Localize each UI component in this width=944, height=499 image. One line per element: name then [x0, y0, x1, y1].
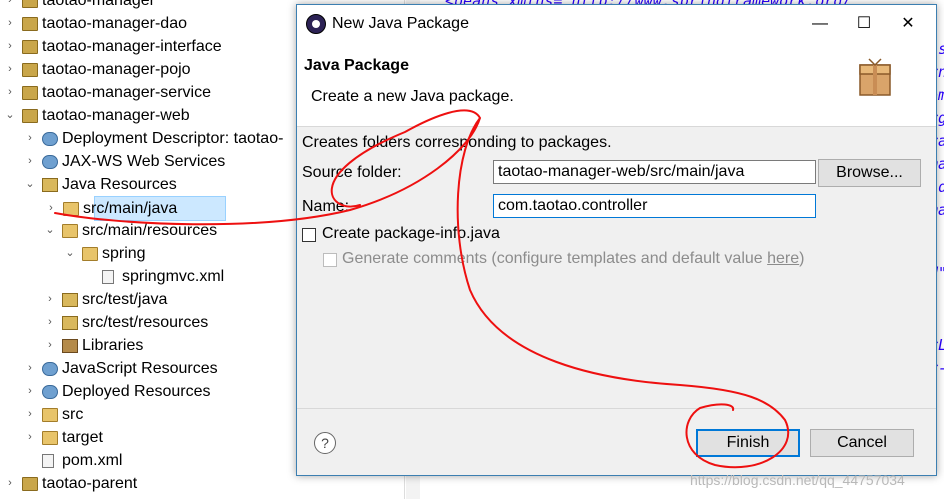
generate-comments-checkbox: [323, 253, 337, 267]
dialog-title: New Java Package: [332, 15, 469, 32]
src-icon: [62, 316, 78, 330]
help-icon[interactable]: ?: [314, 432, 336, 454]
tree-item-label: src/main/java: [83, 200, 178, 217]
tree-item-label: Deployment Descriptor: taotao-: [62, 130, 284, 147]
new-java-package-dialog: New Java Package — ☐ ✕ Java Package Crea…: [296, 4, 937, 476]
folder-icon: [42, 408, 58, 422]
tree-twisty-icon[interactable]: ›: [24, 380, 36, 403]
tree-item-label: JAX-WS Web Services: [62, 153, 226, 170]
tree-twisty-icon[interactable]: ›: [24, 127, 36, 150]
proj-icon: [22, 63, 38, 77]
tree-item-label: spring: [102, 245, 146, 262]
web-icon: [42, 385, 58, 399]
proj-icon: [22, 0, 38, 8]
tree-twisty-icon[interactable]: ›: [44, 288, 56, 311]
tree-item-label: target: [62, 429, 103, 446]
tree-twisty-icon[interactable]: ⌄: [64, 242, 76, 265]
tree-item-label: springmvc.xml: [122, 268, 225, 285]
tree-twisty-icon[interactable]: ›: [4, 472, 16, 495]
tree-twisty-icon[interactable]: ›: [45, 197, 57, 220]
generate-comments-label: Generate comments (configure templates a…: [342, 250, 805, 267]
close-button[interactable]: ✕: [886, 5, 930, 43]
tree-item-label: Libraries: [82, 337, 144, 354]
tree-item-label: src: [62, 406, 84, 423]
tree-item-label: src/test/resources: [82, 314, 209, 331]
tree-item-label: pom.xml: [62, 452, 123, 469]
folder-icon: [62, 224, 78, 238]
src-icon: [42, 178, 58, 192]
tree-item-label: JavaScript Resources: [62, 360, 218, 377]
file-icon: [102, 270, 114, 284]
eclipse-icon: [306, 14, 326, 34]
tree-twisty-icon[interactable]: ›: [4, 35, 16, 58]
package-icon: [859, 58, 891, 96]
info-text: Creates folders corresponding to package…: [302, 134, 612, 151]
web-icon: [42, 155, 58, 169]
tree-item-label: src/main/resources: [82, 222, 218, 239]
tree-twisty-icon[interactable]: ›: [24, 357, 36, 380]
create-package-info-checkbox[interactable]: [302, 228, 316, 242]
source-folder-label: Source folder:: [302, 164, 402, 181]
name-label: Name:: [302, 198, 350, 215]
lib-icon: [62, 339, 78, 353]
tree-item-label: taotao-manager-pojo: [42, 61, 191, 78]
tree-twisty-icon[interactable]: ⌄: [4, 104, 16, 127]
proj-icon: [22, 477, 38, 491]
package-name-input[interactable]: [493, 194, 816, 218]
tree-twisty-icon[interactable]: ›: [4, 12, 16, 35]
tree-twisty-icon[interactable]: ›: [44, 334, 56, 357]
tree-twisty-icon[interactable]: ⌄: [44, 219, 56, 242]
tree-twisty-icon[interactable]: ›: [4, 81, 16, 104]
folder-icon: [63, 202, 79, 216]
src-icon: [62, 293, 78, 307]
folder-icon: [42, 431, 58, 445]
create-package-info-label: Create package-info.java: [322, 225, 500, 242]
tree-twisty-icon[interactable]: ⌄: [24, 173, 36, 196]
tree-twisty-icon[interactable]: ›: [24, 426, 36, 449]
proj-icon: [22, 17, 38, 31]
tree-twisty-icon[interactable]: ›: [44, 311, 56, 334]
folder-icon: [82, 247, 98, 261]
proj-icon: [22, 109, 38, 123]
tree-item-label: Deployed Resources: [62, 383, 211, 400]
watermark: https://blog.csdn.net/qq_44757034: [690, 472, 905, 488]
browse-button[interactable]: Browse...: [818, 159, 921, 187]
wizard-description: Create a new Java package.: [311, 88, 514, 105]
tree-twisty-icon[interactable]: ›: [4, 0, 16, 12]
file-icon: [42, 454, 54, 468]
proj-icon: [22, 86, 38, 100]
tree-item-label: taotao-manager-interface: [42, 38, 222, 55]
wizard-title: Java Package: [304, 57, 409, 74]
tree-item-label: Java Resources: [62, 176, 177, 193]
tree-item-label: taotao-manager-service: [42, 84, 211, 101]
tree-item-label: taotao-manager-dao: [42, 15, 187, 32]
tree-twisty-icon[interactable]: ›: [4, 58, 16, 81]
minimize-button[interactable]: —: [798, 5, 842, 43]
tree-item[interactable]: › src/main/java: [49, 196, 226, 221]
maximize-button[interactable]: ☐: [842, 5, 886, 43]
finish-button[interactable]: Finish: [696, 429, 800, 457]
proj-icon: [22, 40, 38, 54]
tree-item-label: taotao-manager: [42, 0, 155, 9]
dialog-titlebar[interactable]: New Java Package — ☐ ✕: [297, 5, 936, 43]
tree-twisty-icon[interactable]: ›: [24, 150, 36, 173]
tree-item-label: taotao-manager-web: [42, 107, 190, 124]
button-bar-separator: [297, 408, 936, 409]
web-icon: [42, 132, 58, 146]
tree-item-label: taotao-parent: [42, 475, 138, 492]
source-folder-input[interactable]: [493, 160, 816, 184]
tree-item-label: src/test/java: [82, 291, 168, 308]
cancel-button[interactable]: Cancel: [810, 429, 914, 457]
configure-templates-link[interactable]: here: [767, 250, 799, 267]
web-icon: [42, 362, 58, 376]
tree-twisty-icon[interactable]: ›: [24, 403, 36, 426]
wizard-banner: Java Package Create a new Java package.: [297, 43, 936, 127]
